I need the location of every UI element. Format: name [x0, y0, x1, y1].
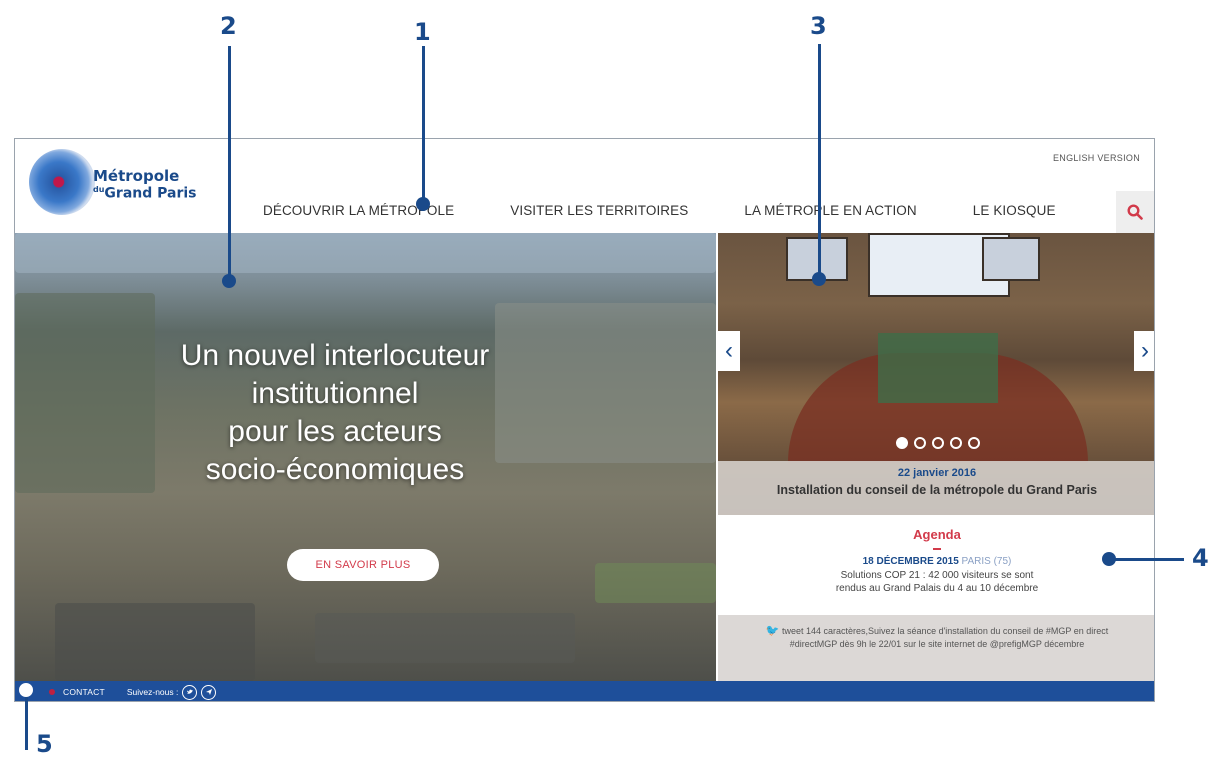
hero-title-line: institutionnel — [251, 377, 419, 410]
hero-title-line: Un nouvel interlocuteur — [180, 339, 490, 372]
chevron-left-icon: ‹ — [725, 337, 733, 364]
agenda-title: Agenda — [913, 527, 961, 542]
annotation-dot-1 — [416, 197, 430, 211]
slider-dot[interactable] — [950, 437, 962, 449]
slider-dot[interactable] — [932, 437, 944, 449]
logo-text-line1: Métropole — [93, 167, 180, 185]
hero-image-area — [315, 613, 575, 663]
chevron-right-icon: › — [1141, 337, 1149, 364]
send-social-button[interactable] — [201, 684, 217, 700]
annotation-line-5 — [25, 694, 28, 750]
site-footer: CONTACT Suivez-nous : — [15, 681, 1154, 701]
hero-image-area — [595, 563, 716, 603]
contact-link[interactable]: CONTACT — [63, 687, 105, 697]
send-icon — [205, 689, 212, 695]
hero-title-line: pour les acteurs — [228, 415, 442, 448]
slider-dot[interactable] — [896, 437, 908, 449]
twitter-social-button[interactable] — [182, 684, 198, 700]
annotation-line-4 — [1110, 558, 1184, 561]
slide-tribune — [878, 333, 998, 403]
logo-text-prefix: du — [93, 185, 105, 194]
annotation-dot-3 — [812, 272, 826, 286]
slider-dot[interactable] — [968, 437, 980, 449]
annotation-1: 1 — [414, 18, 431, 46]
hero-title: Un nouvel interlocuteur institutionnel p… — [125, 337, 545, 489]
follow-us-label: Suivez-nous : — [126, 687, 179, 697]
slide-title: Installation du conseil de la métropole … — [776, 483, 1098, 497]
site-header: Métropole duGrand Paris ENGLISH VERSION … — [15, 139, 1154, 233]
agenda-text-line: rendus au Grand Palais du 4 au 10 décemb… — [835, 583, 1039, 594]
nav-item-visiter[interactable]: VISITER LES TERRITOIRES — [510, 203, 688, 218]
slider-dots — [896, 437, 980, 449]
agenda-divider — [933, 548, 941, 550]
slider-dot[interactable] — [914, 437, 926, 449]
search-icon — [1127, 204, 1143, 220]
website-mockup: Métropole duGrand Paris ENGLISH VERSION … — [14, 138, 1155, 702]
hero-title-line: socio-économiques — [205, 453, 465, 486]
annotation-4: 4 — [1192, 544, 1208, 572]
annotation-line-3 — [818, 44, 821, 276]
footer-marker-icon — [49, 689, 55, 695]
hero-banner: Un nouvel interlocuteur institutionnel p… — [15, 233, 716, 681]
english-version-link[interactable]: ENGLISH VERSION — [1053, 153, 1140, 163]
annotation-dot-5 — [19, 683, 33, 697]
twitter-icon — [186, 689, 193, 694]
logo-text-line2: duGrand Paris — [93, 185, 197, 202]
hero-image-area — [15, 233, 716, 273]
logo-mark — [29, 149, 95, 215]
slide-date: 22 janvier 2016 — [897, 467, 977, 479]
logo[interactable]: Métropole duGrand Paris — [29, 149, 209, 219]
slide-caption[interactable]: 22 janvier 2016 Installation du conseil … — [718, 461, 1154, 515]
slider-next-button[interactable]: › — [1134, 331, 1154, 371]
annotation-dot-2 — [222, 274, 236, 288]
search-button[interactable] — [1116, 191, 1154, 233]
agenda-block: Agenda 18 DÉCEMBRE 2015 PARIS (75) Solut… — [718, 515, 1154, 615]
annotation-5: 5 — [36, 730, 53, 758]
tweet-block[interactable]: 🐦 tweet 144 caractères,Suivez la séance … — [718, 615, 1154, 681]
agenda-text: Solutions COP 21 : 42 000 visiteurs se s… — [718, 569, 1154, 595]
nav-item-action[interactable]: LA MÉTROPLE EN ACTION — [744, 203, 916, 218]
agenda-text-line: Solutions COP 21 : 42 000 visiteurs se s… — [840, 570, 1034, 581]
agenda-location: PARIS (75) — [961, 556, 1012, 567]
nav-item-kiosque[interactable]: LE KIOSQUE — [973, 203, 1056, 218]
agenda-date-line[interactable]: 18 DÉCEMBRE 2015 PARIS (75) — [718, 556, 1154, 567]
main-nav: DÉCOUVRIR LA MÉTROPOLE VISITER LES TERRI… — [263, 203, 1112, 218]
learn-more-button[interactable]: EN SAVOIR PLUS — [287, 549, 439, 581]
hero-image-area — [55, 603, 255, 681]
slider-prev-button[interactable]: ‹ — [718, 331, 740, 371]
agenda-date: 18 DÉCEMBRE 2015 — [862, 556, 959, 567]
news-slider: ‹ › 22 janvier 2016 Installation du cons… — [718, 233, 1154, 515]
right-column: ‹ › 22 janvier 2016 Installation du cons… — [718, 233, 1154, 681]
annotation-line-1 — [422, 46, 425, 202]
slide-screen — [982, 237, 1040, 281]
logo-text-main: Grand Paris — [104, 185, 197, 202]
tweet-text: tweet 144 caractères,Suivez la séance d'… — [781, 626, 1109, 649]
annotation-dot-4 — [1102, 552, 1116, 566]
annotation-line-2 — [228, 46, 231, 278]
annotation-3: 3 — [810, 12, 827, 40]
annotation-2: 2 — [220, 12, 237, 40]
twitter-bird-icon: 🐦 — [765, 625, 780, 637]
